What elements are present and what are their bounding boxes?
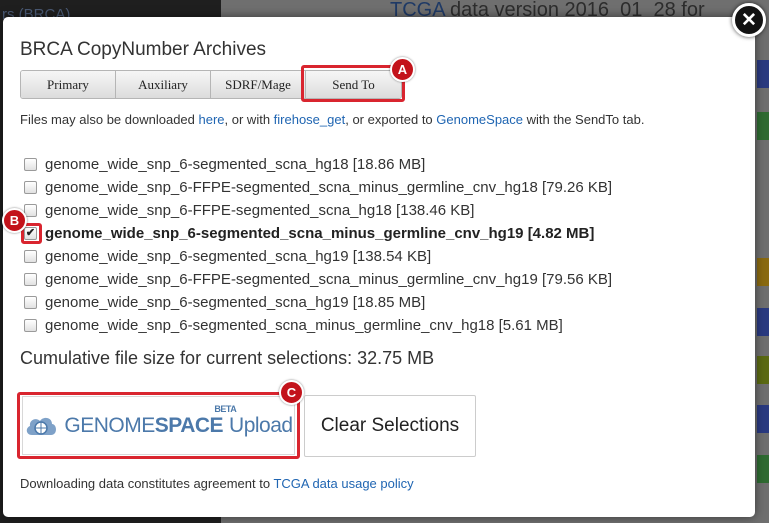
genomespace-link[interactable]: GenomeSpace xyxy=(436,112,523,127)
file-label: genome_wide_snp_6-FFPE-segmented_scna_hg… xyxy=(45,202,475,219)
file-checkbox[interactable] xyxy=(24,296,37,309)
background-strip xyxy=(757,308,769,336)
here-link[interactable]: here xyxy=(199,112,225,127)
file-checkbox[interactable] xyxy=(24,158,37,171)
close-button[interactable]: ✕ xyxy=(732,3,766,37)
usage-policy-text: Downloading data constitutes agreement t… xyxy=(20,476,414,491)
tab-primary[interactable]: Primary xyxy=(21,71,116,98)
file-label: genome_wide_snp_6-FFPE-segmented_scna_mi… xyxy=(45,179,613,196)
archives-modal: BRCA CopyNumber Archives Primary Auxilia… xyxy=(2,17,755,517)
file-label: genome_wide_snp_6-segmented_scna_minus_g… xyxy=(45,317,563,334)
file-checkbox[interactable] xyxy=(24,319,37,332)
file-label: genome_wide_snp_6-segmented_scna_hg18 [1… xyxy=(45,156,426,173)
background-strip xyxy=(757,405,769,433)
background-strip xyxy=(757,356,769,384)
list-item: genome_wide_snp_6-segmented_scna_minus_g… xyxy=(24,314,612,337)
background-strip xyxy=(757,112,769,140)
file-checkbox[interactable] xyxy=(24,250,37,263)
download-info-text: Files may also be downloaded here, or wi… xyxy=(20,112,645,127)
background-strip xyxy=(757,258,769,286)
list-item: genome_wide_snp_6-segmented_scna_hg18 [1… xyxy=(24,153,612,176)
firehose-get-link[interactable]: firehose_get xyxy=(274,112,346,127)
annotation-marker-c: C xyxy=(279,380,304,405)
file-label: genome_wide_snp_6-segmented_scna_hg19 [1… xyxy=(45,248,432,265)
file-list: genome_wide_snp_6-segmented_scna_hg18 [1… xyxy=(24,153,612,337)
list-item: genome_wide_snp_6-FFPE-segmented_scna_hg… xyxy=(24,199,612,222)
file-label: genome_wide_snp_6-FFPE-segmented_scna_mi… xyxy=(45,271,613,288)
tab-sdrf-mage[interactable]: SDRF/Mage xyxy=(211,71,306,98)
list-item: genome_wide_snp_6-segmented_scna_hg19 [1… xyxy=(24,291,612,314)
file-label: genome_wide_snp_6-segmented_scna_hg19 [1… xyxy=(45,294,426,311)
modal-title: BRCA CopyNumber Archives xyxy=(20,39,267,60)
clear-selections-button[interactable]: Clear Selections xyxy=(304,395,476,457)
tab-auxiliary[interactable]: Auxiliary xyxy=(116,71,211,98)
background-strip xyxy=(757,60,769,88)
close-icon: ✕ xyxy=(741,9,757,31)
background-strip xyxy=(757,455,769,483)
list-item: genome_wide_snp_6-FFPE-segmented_scna_mi… xyxy=(24,268,612,291)
file-label: genome_wide_snp_6-segmented_scna_minus_g… xyxy=(45,225,595,242)
annotation-box-c xyxy=(17,392,300,459)
file-checkbox[interactable] xyxy=(24,273,37,286)
list-item: ✔ genome_wide_snp_6-segmented_scna_minus… xyxy=(24,222,612,245)
cumulative-size-text: Cumulative file size for current selecti… xyxy=(20,348,435,368)
annotation-marker-a: A xyxy=(390,57,415,82)
list-item: genome_wide_snp_6-FFPE-segmented_scna_mi… xyxy=(24,176,612,199)
list-item: genome_wide_snp_6-segmented_scna_hg19 [1… xyxy=(24,245,612,268)
usage-policy-link[interactable]: TCGA data usage policy xyxy=(273,476,413,491)
annotation-marker-b: B xyxy=(2,208,27,233)
file-checkbox[interactable] xyxy=(24,181,37,194)
